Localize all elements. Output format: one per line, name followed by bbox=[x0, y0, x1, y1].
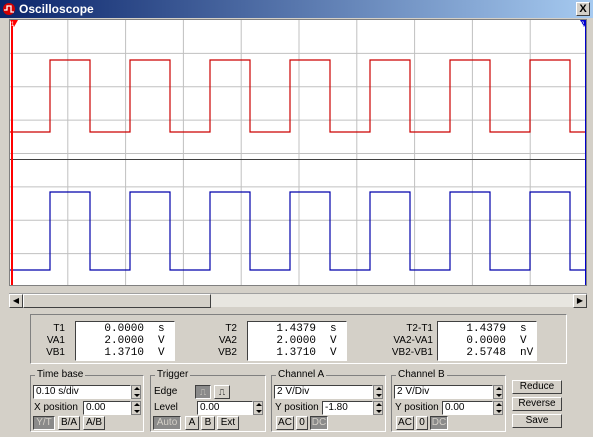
reduce-button[interactable]: Reduce bbox=[512, 380, 562, 394]
window-title: Oscilloscope bbox=[19, 2, 94, 16]
va1-value: 2.0000 bbox=[104, 335, 144, 347]
readout-label: VB1 bbox=[46, 347, 65, 358]
trigger-a-button[interactable]: A bbox=[185, 416, 199, 430]
channel-a-group: Channel A 2 V/Div Y position -1.80 AC 0 … bbox=[271, 369, 386, 432]
readout-box: 0.0000 s 2.0000 V 1.3710 V bbox=[75, 321, 175, 361]
channel-b-scale-spinner-icon[interactable] bbox=[493, 385, 503, 399]
readout-label: T2 bbox=[225, 323, 237, 334]
scope-canvas: 12 bbox=[10, 20, 586, 285]
channel-a-ypos-input[interactable]: -1.80 bbox=[322, 401, 373, 415]
dva-unit: V bbox=[520, 335, 527, 347]
channel-b-dc-button[interactable]: DC bbox=[430, 416, 448, 430]
dvb-unit: nV bbox=[520, 347, 534, 359]
channel-a-dc-button[interactable]: DC bbox=[310, 416, 328, 430]
mode-ab-button[interactable]: A/B bbox=[83, 416, 105, 430]
xpos-label: X position bbox=[34, 402, 78, 413]
channel-b-zero-button[interactable]: 0 bbox=[416, 416, 428, 430]
level-label: Level bbox=[154, 402, 178, 413]
channel-a-ac-button[interactable]: AC bbox=[276, 416, 294, 430]
close-button[interactable]: X bbox=[576, 2, 590, 16]
timebase-select[interactable]: 0.10 s/div bbox=[33, 385, 131, 399]
oscilloscope-app-icon bbox=[3, 3, 15, 15]
channel-a-title: Channel A bbox=[276, 369, 327, 380]
dt-value: 1.4379 bbox=[466, 323, 506, 335]
save-button[interactable]: Save bbox=[512, 414, 562, 428]
channel-b-ypos-label: Y position bbox=[395, 402, 439, 413]
level-input[interactable]: 0.00 bbox=[197, 401, 253, 415]
trigger-ext-button[interactable]: Ext bbox=[217, 416, 239, 430]
channel-a-ypos-spinner-icon[interactable] bbox=[373, 401, 383, 415]
scope-display: 12 bbox=[9, 19, 587, 286]
readout-label: T1 bbox=[53, 323, 65, 334]
channel-b-scale-select[interactable]: 2 V/Div bbox=[394, 385, 493, 399]
vb1-value: 1.3710 bbox=[104, 347, 144, 359]
vb2-value: 1.3710 bbox=[276, 347, 316, 359]
falling-edge-icon[interactable]: ⎍ bbox=[214, 385, 230, 399]
channel-a-zero-button[interactable]: 0 bbox=[296, 416, 308, 430]
vb1-unit: V bbox=[158, 347, 165, 359]
channel-b-group: Channel B 2 V/Div Y position 0.00 AC 0 D… bbox=[391, 369, 506, 432]
readout-label: VB2 bbox=[218, 347, 237, 358]
t1-unit: s bbox=[158, 323, 165, 335]
xpos-input[interactable]: 0.00 bbox=[83, 401, 131, 415]
readout-label: VA1 bbox=[46, 335, 65, 346]
t2-unit: s bbox=[330, 323, 337, 335]
cursor-readout-panel: T1 VA1 VB1 0.0000 s 2.0000 V 1.3710 V T2 VA… bbox=[30, 314, 567, 364]
trigger-title: Trigger bbox=[155, 369, 191, 380]
close-icon: X bbox=[579, 3, 587, 15]
timebase-group: Time base 0.10 s/div X position 0.00 Y/T… bbox=[30, 369, 144, 432]
dva-value: 0.0000 bbox=[466, 335, 506, 347]
channel-a-scale-spinner-icon[interactable] bbox=[373, 385, 383, 399]
channel-b-ypos-input[interactable]: 0.00 bbox=[442, 401, 493, 415]
va2-unit: V bbox=[330, 335, 337, 347]
readout-label: VA2 bbox=[218, 335, 237, 346]
va2-value: 2.0000 bbox=[276, 335, 316, 347]
dvb-value: 2.5748 bbox=[466, 347, 506, 359]
channel-a-ypos-label: Y position bbox=[275, 402, 319, 413]
rising-edge-icon[interactable]: ⎍ bbox=[195, 385, 211, 399]
trigger-auto-button[interactable]: Auto bbox=[153, 416, 181, 430]
channel-a-scale-select[interactable]: 2 V/Div bbox=[274, 385, 373, 399]
readout-label: T2-T1 bbox=[406, 323, 433, 334]
time-scrollbar[interactable]: ◀ ▶ bbox=[9, 293, 587, 308]
title-bar: Oscilloscope X bbox=[0, 0, 593, 18]
timebase-title: Time base bbox=[35, 369, 86, 380]
trigger-group: Trigger Edge ⎍ ⎍ Level 0.00 Auto A B Ext bbox=[150, 369, 266, 432]
dt-unit: s bbox=[520, 323, 527, 335]
mode-ba-button[interactable]: B/A bbox=[58, 416, 80, 430]
scroll-left-arrow-icon[interactable]: ◀ bbox=[9, 294, 23, 308]
edge-label: Edge bbox=[154, 386, 178, 397]
readout-label: VA2-VA1 bbox=[393, 335, 433, 346]
level-spinner-icon[interactable] bbox=[253, 401, 263, 415]
readout-box: 1.4379 s 0.0000 V 2.5748 nV bbox=[437, 321, 537, 361]
readout-label: VB2-VB1 bbox=[391, 347, 433, 358]
trigger-b-button[interactable]: B bbox=[201, 416, 215, 430]
channel-b-ypos-spinner-icon[interactable] bbox=[493, 401, 503, 415]
channel-b-title: Channel B bbox=[396, 369, 447, 380]
t1-value: 0.0000 bbox=[104, 323, 144, 335]
mode-yt-button[interactable]: Y/T bbox=[33, 416, 55, 430]
t2-value: 1.4379 bbox=[276, 323, 316, 335]
reverse-button[interactable]: Reverse bbox=[512, 397, 562, 411]
va1-unit: V bbox=[158, 335, 165, 347]
channel-b-ac-button[interactable]: AC bbox=[396, 416, 414, 430]
scrollbar-thumb[interactable] bbox=[23, 294, 211, 308]
xpos-spinner-icon[interactable] bbox=[131, 401, 141, 415]
scroll-right-arrow-icon[interactable]: ▶ bbox=[573, 294, 587, 308]
timebase-spinner-icon[interactable] bbox=[131, 385, 141, 399]
readout-box: 1.4379 s 2.0000 V 1.3710 V bbox=[247, 321, 347, 361]
vb2-unit: V bbox=[330, 347, 337, 359]
